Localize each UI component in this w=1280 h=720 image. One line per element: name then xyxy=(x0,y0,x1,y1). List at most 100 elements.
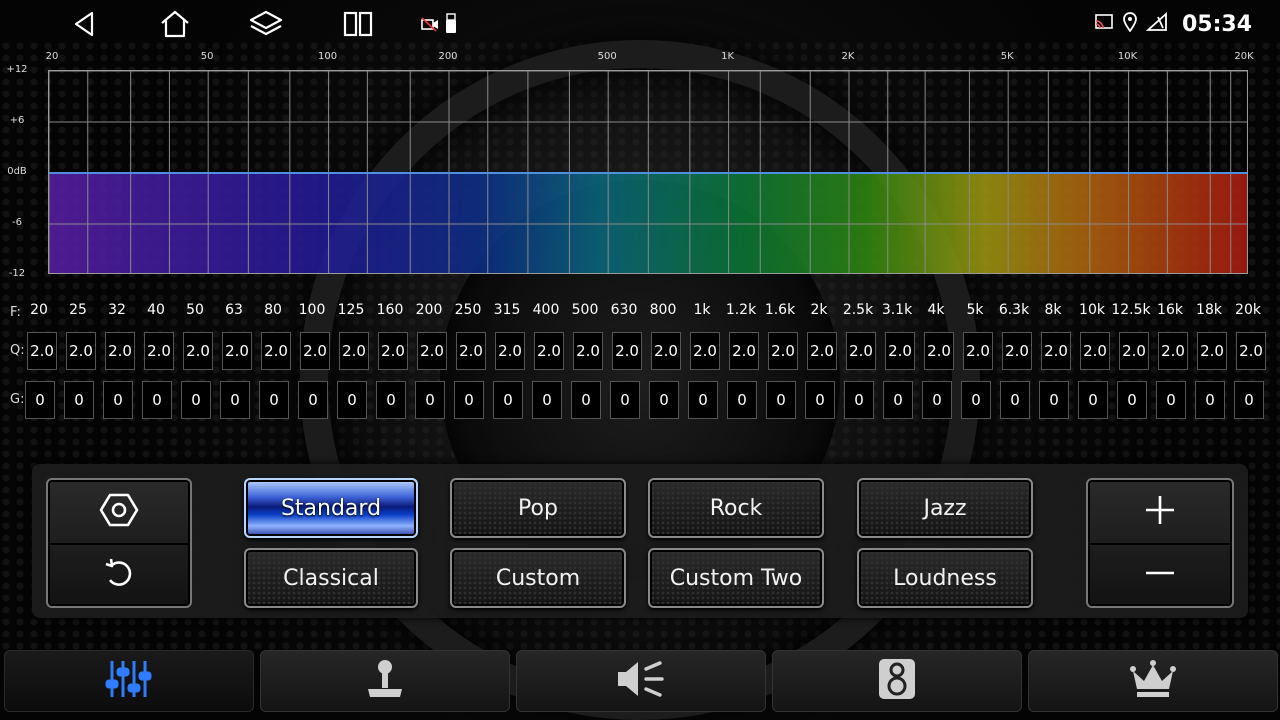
band-q-field[interactable]: 2.0 xyxy=(846,332,876,370)
band-frequency-label: 2.5k xyxy=(842,302,874,318)
band-gain-field[interactable]: 0 xyxy=(883,381,913,419)
band-q-field[interactable]: 2.0 xyxy=(807,332,837,370)
home-icon[interactable] xyxy=(155,8,195,40)
band-gain-field[interactable]: 0 xyxy=(181,381,211,419)
band-q-field[interactable]: 2.0 xyxy=(924,332,954,370)
tab-premium[interactable] xyxy=(1028,650,1278,712)
band-gain-field[interactable]: 0 xyxy=(766,381,796,419)
band-q-field[interactable]: 2.0 xyxy=(1158,332,1188,370)
band-gain-field[interactable]: 0 xyxy=(64,381,94,419)
band-frequency-label: 10k xyxy=(1079,302,1105,318)
decrease-button[interactable] xyxy=(1088,543,1232,606)
band-q-field[interactable]: 2.0 xyxy=(300,332,330,370)
y-axis-tick-label: +12 xyxy=(6,64,28,75)
split-screen-icon[interactable] xyxy=(338,8,378,40)
band-q-field[interactable]: 2.0 xyxy=(690,332,720,370)
preset-standard-button[interactable]: Standard xyxy=(244,478,418,538)
band-gain-field[interactable]: 0 xyxy=(571,381,601,419)
preset-jazz-button[interactable]: Jazz xyxy=(857,478,1033,538)
band-gain-field[interactable]: 0 xyxy=(376,381,406,419)
band-gain-field[interactable]: 0 xyxy=(1234,381,1264,419)
band-q-field[interactable]: 2.0 xyxy=(651,332,681,370)
settings-button[interactable] xyxy=(48,480,190,545)
band-gain-field[interactable]: 0 xyxy=(532,381,562,419)
band-gain-field[interactable]: 0 xyxy=(25,381,55,419)
tab-sound[interactable] xyxy=(516,650,766,712)
band-gain-field[interactable]: 0 xyxy=(454,381,484,419)
band-frequency-label: 200 xyxy=(415,302,443,318)
preset-pop-button[interactable]: Pop xyxy=(450,478,626,538)
band-q-field[interactable]: 2.0 xyxy=(105,332,135,370)
band-q-field[interactable]: 2.0 xyxy=(495,332,525,370)
band-q-field[interactable]: 2.0 xyxy=(1197,332,1227,370)
band-q-field[interactable]: 2.0 xyxy=(612,332,642,370)
band-q-field[interactable]: 2.0 xyxy=(885,332,915,370)
band-gain-field[interactable]: 0 xyxy=(259,381,289,419)
band-q-field[interactable]: 2.0 xyxy=(1002,332,1032,370)
band-gain-field[interactable]: 0 xyxy=(103,381,133,419)
band-gain-field[interactable]: 0 xyxy=(961,381,991,419)
band-gain-field[interactable]: 0 xyxy=(727,381,757,419)
preset-custom-button[interactable]: Custom xyxy=(450,548,626,608)
band-q-field[interactable]: 2.0 xyxy=(417,332,447,370)
band-gain-field[interactable]: 0 xyxy=(649,381,679,419)
band-gain-field[interactable]: 0 xyxy=(1000,381,1030,419)
band-gain-field[interactable]: 0 xyxy=(220,381,250,419)
band-q-field[interactable]: 2.0 xyxy=(456,332,486,370)
x-axis-tick-label: 5K xyxy=(1000,51,1014,62)
band-q-field[interactable]: 2.0 xyxy=(222,332,252,370)
band-gain-field[interactable]: 0 xyxy=(493,381,523,419)
x-axis-tick-label: 2K xyxy=(841,51,855,62)
reset-button[interactable] xyxy=(48,543,190,606)
band-gain-field[interactable]: 0 xyxy=(805,381,835,419)
band-gain-field[interactable]: 0 xyxy=(298,381,328,419)
x-axis-tick-label: 100 xyxy=(318,51,338,62)
preset-rock-button[interactable]: Rock xyxy=(648,478,824,538)
eq-response-graph[interactable] xyxy=(48,70,1248,274)
band-gain-field[interactable]: 0 xyxy=(1078,381,1108,419)
preset-custom-two-button[interactable]: Custom Two xyxy=(648,548,824,608)
band-gain-field[interactable]: 0 xyxy=(1195,381,1225,419)
band-gain-field[interactable]: 0 xyxy=(688,381,718,419)
layers-icon[interactable] xyxy=(246,8,286,40)
band-gain-field[interactable]: 0 xyxy=(922,381,952,419)
band-gain-field[interactable]: 0 xyxy=(415,381,445,419)
plus-icon xyxy=(1143,493,1177,531)
band-q-field[interactable]: 2.0 xyxy=(144,332,174,370)
tab-balance[interactable] xyxy=(260,650,510,712)
band-gain-field[interactable]: 0 xyxy=(142,381,172,419)
preset-loudness-button[interactable]: Loudness xyxy=(857,548,1033,608)
band-frequency-label: 1k xyxy=(693,302,711,318)
band-q-field[interactable]: 2.0 xyxy=(66,332,96,370)
band-q-field[interactable]: 2.0 xyxy=(573,332,603,370)
back-icon[interactable] xyxy=(64,8,104,40)
band-q-field[interactable]: 2.0 xyxy=(768,332,798,370)
band-gain-field[interactable]: 0 xyxy=(610,381,640,419)
band-q-field[interactable]: 2.0 xyxy=(1080,332,1110,370)
band-q-field[interactable]: 2.0 xyxy=(534,332,564,370)
band-q-field[interactable]: 2.0 xyxy=(1041,332,1071,370)
band-gain-field[interactable]: 0 xyxy=(1156,381,1186,419)
band-q-field[interactable]: 2.0 xyxy=(1236,332,1266,370)
band-gain-field[interactable]: 0 xyxy=(337,381,367,419)
band-gain-field[interactable]: 0 xyxy=(1039,381,1069,419)
band-gain-field[interactable]: 0 xyxy=(844,381,874,419)
band-q-field[interactable]: 2.0 xyxy=(183,332,213,370)
band-q-field[interactable]: 2.0 xyxy=(729,332,759,370)
preset-classical-button[interactable]: Classical xyxy=(244,548,418,608)
band-q-field[interactable]: 2.0 xyxy=(261,332,291,370)
y-axis-tick-label: -12 xyxy=(8,268,26,279)
tab-equalizer[interactable] xyxy=(4,650,254,712)
band-q-field[interactable]: 2.0 xyxy=(378,332,408,370)
band-frequency-label: 16k xyxy=(1157,302,1183,318)
band-q-field[interactable]: 2.0 xyxy=(963,332,993,370)
tab-subwoofer[interactable] xyxy=(772,650,1022,712)
equalizer-icon xyxy=(104,657,154,705)
band-frequency-label: 1.2k xyxy=(725,302,757,318)
band-frequency-label: 80 xyxy=(264,302,282,318)
band-q-field[interactable]: 2.0 xyxy=(339,332,369,370)
increase-button[interactable] xyxy=(1088,480,1232,545)
band-q-field[interactable]: 2.0 xyxy=(1119,332,1149,370)
band-q-field[interactable]: 2.0 xyxy=(27,332,57,370)
band-gain-field[interactable]: 0 xyxy=(1117,381,1147,419)
